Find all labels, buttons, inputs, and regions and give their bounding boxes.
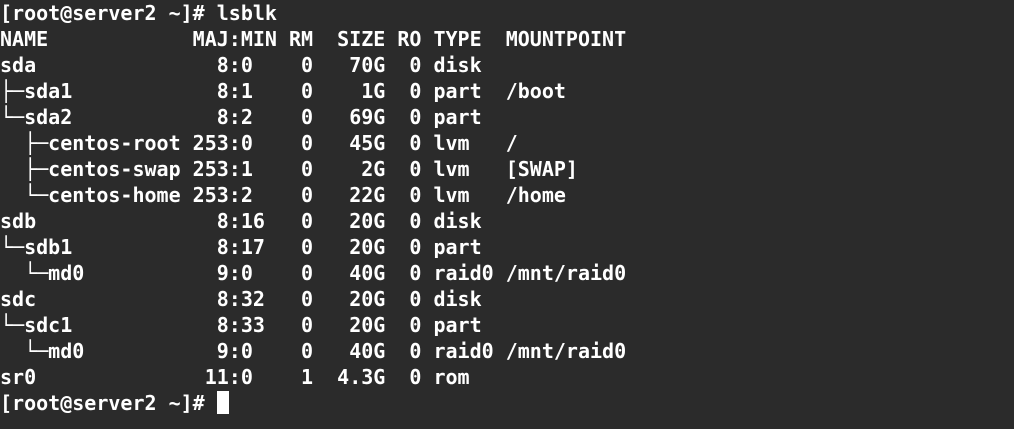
terminal-window[interactable]: [root@server2 ~]# lsblk NAME MAJ:MIN RM … (0, 0, 1014, 429)
output-line: └─sdc1 8:33 0 20G 0 part (0, 313, 482, 337)
output-line: └─md0 9:0 0 40G 0 raid0 /mnt/raid0 (0, 339, 627, 363)
output-header: NAME MAJ:MIN RM SIZE RO TYPE MOUNTPOINT (0, 27, 627, 51)
output-line: ├─centos-root 253:0 0 45G 0 lvm / (0, 131, 518, 155)
output-line: └─md0 9:0 0 40G 0 raid0 /mnt/raid0 (0, 261, 627, 285)
output-line: sdb 8:16 0 20G 0 disk (0, 209, 482, 233)
output-line: └─centos-home 253:2 0 22G 0 lvm /home (0, 183, 566, 207)
output-line: sdc 8:32 0 20G 0 disk (0, 287, 482, 311)
output-line: ├─sda1 8:1 0 1G 0 part /boot (0, 79, 566, 103)
output-line: sr0 11:0 1 4.3G 0 rom (0, 365, 470, 389)
command-line: [root@server2 ~]# lsblk (0, 1, 277, 25)
prompt-line[interactable]: [root@server2 ~]# (0, 390, 1014, 416)
output-line: └─sda2 8:2 0 69G 0 part (0, 105, 482, 129)
prompt-text: [root@server2 ~]# (0, 391, 205, 415)
output-line: └─sdb1 8:17 0 20G 0 part (0, 235, 482, 259)
text-cursor (216, 391, 229, 414)
output-line: ├─centos-swap 253:1 0 2G 0 lvm [SWAP] (0, 157, 578, 181)
output-line: sda 8:0 0 70G 0 disk (0, 53, 482, 77)
